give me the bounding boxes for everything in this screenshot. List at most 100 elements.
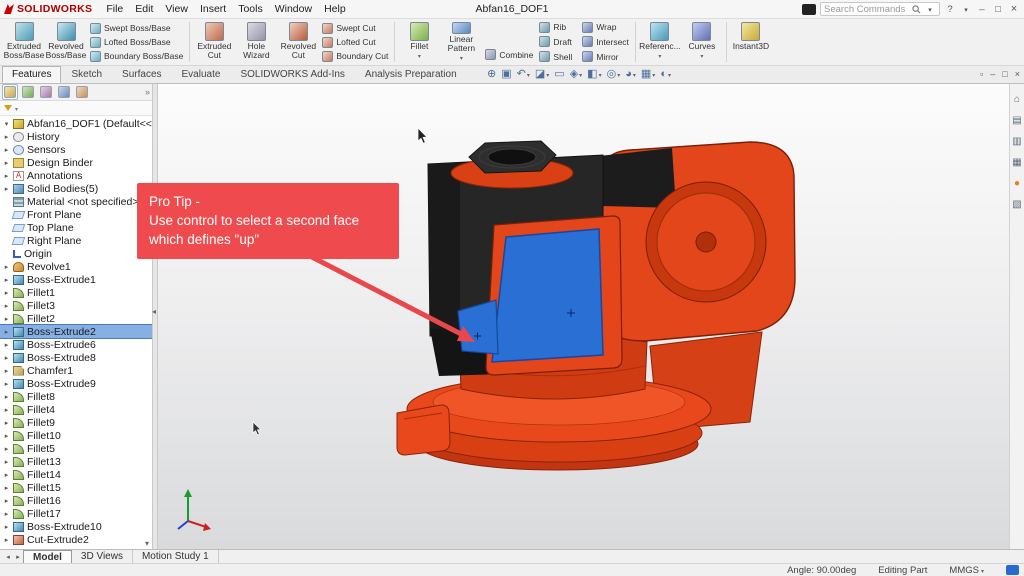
expand-icon[interactable]: ▸: [3, 146, 10, 154]
dropdown-caret-icon[interactable]: [617, 68, 620, 80]
headsup-zoom-fit[interactable]: [487, 68, 496, 80]
home-icon[interactable]: [1014, 94, 1020, 105]
ribbon-button-curves[interactable]: Curves: [681, 20, 723, 64]
headsup-section-view[interactable]: [535, 68, 549, 80]
expand-icon[interactable]: ▸: [3, 523, 10, 531]
doc-close-button[interactable]: [1015, 69, 1020, 79]
menu-tools[interactable]: Tools: [232, 3, 269, 15]
tree-item-origin[interactable]: Origin: [0, 247, 152, 260]
tab-surfaces[interactable]: Surfaces: [112, 66, 171, 83]
tree-item-boss-extrude2[interactable]: ▸ Boss-Extrude2: [0, 325, 152, 338]
help-caret-icon[interactable]: [960, 4, 972, 15]
ribbon-button-boundary-boss-base[interactable]: Boundary Boss/Base: [90, 50, 183, 63]
appearances-icon[interactable]: [1014, 178, 1020, 189]
tree-item-fillet10[interactable]: ▸ Fillet10: [0, 429, 152, 442]
menu-window[interactable]: Window: [269, 3, 318, 15]
expand-icon[interactable]: ▸: [3, 367, 10, 375]
tree-item-fillet2[interactable]: ▸ Fillet2: [0, 312, 152, 325]
model-hex-bore[interactable]: [488, 149, 536, 165]
bottom-tab-motion-study-1[interactable]: Motion Study 1: [133, 550, 219, 563]
ribbon-button-combine[interactable]: Combine: [485, 48, 533, 61]
expand-icon[interactable]: ▸: [3, 302, 10, 310]
tab-scroll-left-icon[interactable]: [3, 550, 13, 563]
expand-icon[interactable]: ▸: [3, 445, 10, 453]
expand-icon[interactable]: ▸: [3, 133, 10, 141]
doc-pane-icon[interactable]: [980, 69, 983, 79]
tree-root-part[interactable]: Abfan16_DOF1 (Default<<Default>: [0, 117, 152, 130]
expand-icon[interactable]: ▸: [3, 380, 10, 388]
expand-icon[interactable]: ▸: [3, 328, 10, 336]
ribbon-button-shell[interactable]: Shell: [539, 50, 572, 63]
expand-icon[interactable]: ▸: [3, 432, 10, 440]
search-commands-box[interactable]: Search Commands: [820, 2, 940, 16]
units-selector[interactable]: MMGS: [949, 565, 984, 576]
expand-icon[interactable]: ▸: [3, 354, 10, 362]
view-palette-icon[interactable]: [1012, 157, 1021, 168]
expand-icon[interactable]: ▸: [3, 536, 10, 544]
ribbon-button-wrap[interactable]: Wrap: [582, 21, 629, 34]
expand-icon[interactable]: ▸: [3, 419, 10, 427]
headsup-view-orientation[interactable]: [570, 68, 582, 80]
expand-icon[interactable]: ▸: [3, 406, 10, 414]
expand-icon[interactable]: ▸: [3, 185, 10, 193]
expand-icon[interactable]: ▸: [3, 458, 10, 466]
resources-icon[interactable]: [1006, 565, 1019, 575]
menu-view[interactable]: View: [159, 3, 194, 15]
dropdown-caret-icon[interactable]: [460, 53, 463, 64]
headsup-previous-view[interactable]: [517, 68, 530, 80]
tab-features[interactable]: Features: [2, 66, 61, 83]
expand-icon[interactable]: ▸: [3, 263, 10, 271]
tree-item-boss-extrude1[interactable]: ▸ Boss-Extrude1: [0, 273, 152, 286]
tab-sketch[interactable]: Sketch: [61, 66, 112, 83]
tree-item-boss-extrude10[interactable]: ▸ Boss-Extrude10: [0, 520, 152, 533]
model-cylinder-hub[interactable]: [696, 232, 716, 252]
doc-minimize-button[interactable]: [990, 69, 995, 79]
tree-item-boss-extrude9[interactable]: ▸ Boss-Extrude9: [0, 377, 152, 390]
ribbon-button-linear-pattern[interactable]: Linear Pattern: [440, 20, 482, 64]
tree-item-boss-extrude8[interactable]: ▸ Boss-Extrude8: [0, 351, 152, 364]
ribbon-button-lofted-cut[interactable]: Lofted Cut: [322, 36, 388, 49]
expand-icon[interactable]: ▸: [3, 484, 10, 492]
tree-filter-bar[interactable]: [0, 101, 152, 116]
tree-item-fillet13[interactable]: ▸ Fillet13: [0, 455, 152, 468]
filter-caret-icon[interactable]: [15, 102, 18, 114]
menu-file[interactable]: File: [100, 3, 129, 15]
tree-item-front-plane[interactable]: Front Plane: [0, 208, 152, 221]
tree-item-fillet5[interactable]: ▸ Fillet5: [0, 442, 152, 455]
tree-item-fillet4[interactable]: ▸ Fillet4: [0, 403, 152, 416]
tree-item-right-plane[interactable]: Right Plane: [0, 234, 152, 247]
ribbon-button-revolved-boss[interactable]: Revolved Boss/Base: [45, 20, 87, 64]
dropdown-caret-icon[interactable]: [546, 68, 549, 80]
ribbon-button-reference[interactable]: Referenc...: [639, 20, 681, 64]
panel-overflow-icon[interactable]: [145, 87, 150, 97]
design-library-icon[interactable]: [1012, 115, 1021, 126]
dropdown-caret-icon[interactable]: [633, 68, 636, 80]
expand-icon[interactable]: ▸: [3, 159, 10, 167]
tree-item-fillet14[interactable]: ▸ Fillet14: [0, 468, 152, 481]
panel-tab-configurationmanager[interactable]: [38, 84, 54, 100]
dropdown-caret-icon[interactable]: [579, 68, 582, 80]
model-left-flange[interactable]: [397, 405, 450, 455]
expand-icon[interactable]: ▸: [3, 471, 10, 479]
ribbon-button-intersect[interactable]: Intersect: [582, 35, 629, 48]
expand-icon[interactable]: ▸: [3, 276, 10, 284]
search-caret-icon[interactable]: [924, 4, 936, 15]
dropdown-caret-icon[interactable]: [599, 68, 602, 80]
menu-edit[interactable]: Edit: [129, 3, 159, 15]
model-canvas[interactable]: [158, 84, 1009, 549]
tree-item-fillet9[interactable]: ▸ Fillet9: [0, 416, 152, 429]
ribbon-button-rib[interactable]: Rib: [539, 21, 572, 34]
login-icon[interactable]: [802, 4, 816, 15]
selected-face-primary[interactable]: [492, 229, 603, 362]
dropdown-caret-icon[interactable]: [418, 51, 421, 62]
expand-icon[interactable]: ▸: [3, 393, 10, 401]
bottom-tab-3d-views[interactable]: 3D Views: [72, 550, 133, 563]
expand-icon[interactable]: ▸: [3, 172, 10, 180]
close-button[interactable]: [1008, 3, 1020, 15]
tree-item-chamfer1[interactable]: ▸ Chamfer1: [0, 364, 152, 377]
tab-solidworks-add-ins[interactable]: SOLIDWORKS Add-Ins: [230, 66, 354, 83]
headsup-apply-scene[interactable]: [641, 68, 655, 80]
expand-icon[interactable]: ▸: [3, 341, 10, 349]
tree-item-boss-extrude6[interactable]: ▸ Boss-Extrude6: [0, 338, 152, 351]
headsup-dynamic-annotation[interactable]: [554, 68, 564, 80]
